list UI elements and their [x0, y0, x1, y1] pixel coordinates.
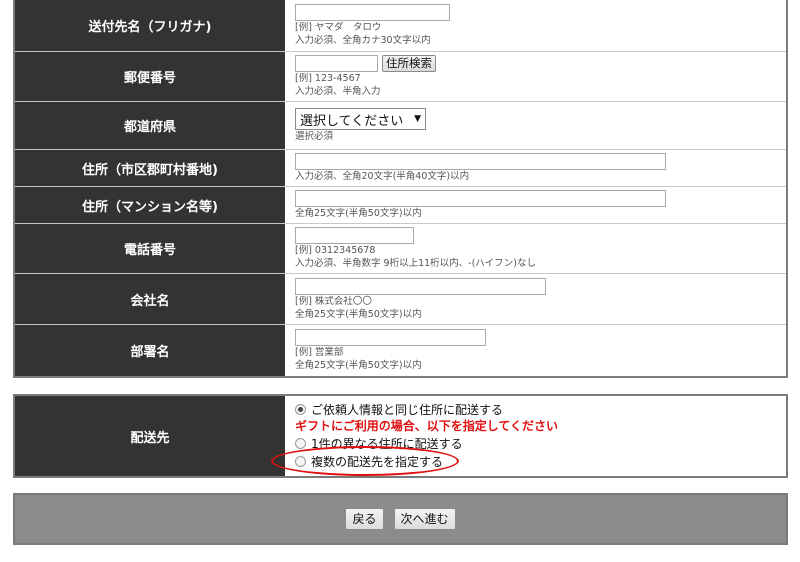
label-company: 会社名	[15, 274, 285, 324]
company-example: [例] 株式会社〇〇	[295, 295, 372, 307]
next-button[interactable]: 次へ進む	[393, 508, 456, 530]
row-phone: 電話番号 [例] 0312345678 入力必須、半角数字 9桁以上11桁以内、…	[15, 223, 786, 273]
row-department: 部署名 [例] 営業部 全角25文字(半角50文字)以内	[15, 324, 786, 376]
radio-checked-icon[interactable]	[295, 403, 306, 415]
option-other-address[interactable]: 1件の異なる住所に配送する	[295, 434, 776, 452]
address-note: 入力必須、全角20文字(半角40文字)以内	[295, 171, 470, 182]
prefecture-select[interactable]: 選択してください ▼	[295, 108, 426, 130]
label-phone: 電話番号	[15, 224, 285, 273]
row-building: 住所（マンション名等) 全角25文字(半角50文字)以内	[15, 186, 786, 223]
furigana-note: 入力必須、全角カナ30文字以内	[295, 35, 431, 46]
company-note: 全角25文字(半角50文字)以内	[295, 308, 422, 320]
row-furigana: 送付先名（フリガナ) [例] ヤマダ タロウ 入力必須、全角カナ30文字以内	[15, 0, 786, 51]
label-prefecture: 都道府県	[15, 102, 285, 149]
option-same-address-label: ご依頼人情報と同じ住所に配送する	[311, 402, 504, 417]
row-prefecture: 都道府県 選択してください ▼ 選択必須	[15, 101, 786, 149]
department-note: 全角25文字(半角50文字)以内	[295, 360, 422, 371]
radio-icon[interactable]	[295, 455, 306, 467]
back-button[interactable]: 戻る	[345, 508, 384, 530]
row-address: 住所（市区郡町村番地) 入力必須、全角20文字(半角40文字)以内	[15, 149, 786, 186]
furigana-input[interactable]	[295, 4, 450, 21]
label-department: 部署名	[15, 325, 285, 376]
phone-note: 入力必須、半角数字 9桁以上11桁以内、-(ハイフン)なし	[295, 258, 536, 269]
company-input[interactable]	[295, 277, 546, 295]
building-note: 全角25文字(半角50文字)以内	[295, 208, 422, 219]
option-multiple-addresses[interactable]: 複数の配送先を指定する	[295, 452, 776, 470]
postal-code-note: 入力必須、半角入力	[295, 86, 381, 97]
furigana-example: [例] ヤマダ タロウ	[295, 22, 382, 33]
prefecture-select-value: 選択してください	[300, 113, 404, 129]
delivery-section: 配送先 ご依頼人情報と同じ住所に配送する ギフトにご利用の場合、以下を指定してく…	[13, 394, 788, 478]
department-example: [例] 営業部	[295, 347, 344, 358]
address-search-button[interactable]: 住所検索	[382, 55, 436, 72]
gift-note: ギフトにご利用の場合、以下を指定してください	[295, 419, 559, 433]
shipping-form-table: 送付先名（フリガナ) [例] ヤマダ タロウ 入力必須、全角カナ30文字以内 郵…	[13, 0, 788, 378]
prefecture-note: 選択必須	[295, 131, 334, 142]
address-input[interactable]	[295, 153, 666, 170]
option-other-address-label: 1件の異なる住所に配送する	[311, 436, 463, 451]
postal-code-input[interactable]	[295, 55, 378, 72]
building-input[interactable]	[295, 190, 666, 207]
option-multiple-addresses-label: 複数の配送先を指定する	[311, 454, 444, 469]
radio-icon[interactable]	[295, 437, 306, 449]
row-postal-code: 郵便番号 住所検索 [例] 123-4567 入力必須、半角入力	[15, 51, 786, 101]
label-address: 住所（市区郡町村番地)	[15, 150, 285, 186]
department-input[interactable]	[295, 329, 486, 346]
option-same-address[interactable]: ご依頼人情報と同じ住所に配送する	[295, 400, 776, 418]
chevron-down-icon: ▼	[414, 114, 421, 124]
phone-input[interactable]	[295, 227, 414, 244]
row-company: 会社名 [例] 株式会社〇〇 全角25文字(半角50文字)以内	[15, 273, 786, 324]
label-building: 住所（マンション名等)	[15, 187, 285, 223]
label-delivery: 配送先	[15, 396, 285, 476]
label-furigana: 送付先名（フリガナ)	[15, 0, 285, 51]
label-postal-code: 郵便番号	[15, 52, 285, 101]
footer-bar: 戻る 次へ進む	[13, 493, 788, 545]
postal-code-example: [例] 123-4567	[295, 73, 361, 84]
phone-example: [例] 0312345678	[295, 245, 376, 256]
